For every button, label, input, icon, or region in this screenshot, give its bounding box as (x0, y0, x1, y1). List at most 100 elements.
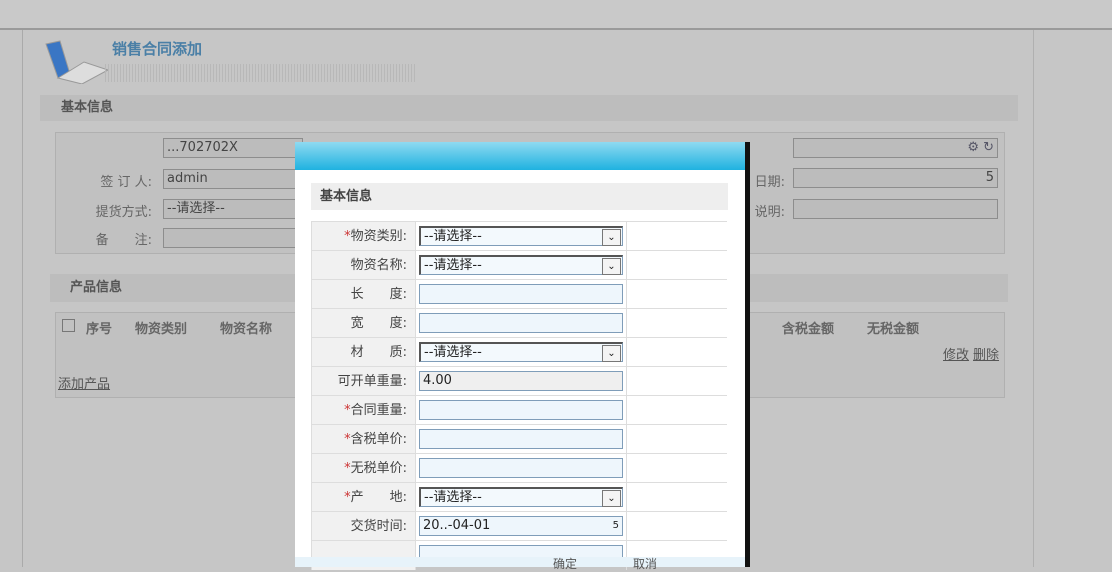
desc-label: 说明: (754, 205, 785, 220)
customer-field[interactable]: ⚙ ↻ (793, 138, 998, 158)
dialog-footer: 确定 取消 (295, 557, 745, 571)
field-cell: 20..-04-01 5 (415, 512, 627, 541)
text-field[interactable] (419, 400, 623, 420)
field-label: *物资类别: (311, 222, 415, 251)
delivery-method-select[interactable]: --请选择-- (163, 199, 303, 219)
label-text: 可开单重量: (337, 374, 407, 389)
remark-label: 备 注: (95, 233, 152, 248)
col-header: 物资类别 (135, 322, 188, 337)
dialog-row: *产 地: --请选择-- ⌄ (311, 482, 727, 512)
cancel-button[interactable]: 取消 (633, 555, 657, 572)
field-value: --请选择-- (424, 490, 482, 505)
select-field[interactable]: --请选择-- ⌄ (419, 255, 623, 275)
field-label: *产 地: (311, 483, 415, 512)
field-cell: --请选择-- ⌄ (415, 483, 627, 512)
calendar-icon[interactable]: 5 (613, 517, 619, 535)
label-text: 产 地: (350, 490, 407, 505)
field-cell (415, 396, 627, 425)
chevron-down-icon[interactable]: ⌄ (602, 345, 621, 362)
contract-no-field[interactable]: ...702702X (163, 138, 303, 158)
add-product-link[interactable]: 添加产品 (58, 373, 110, 392)
field-cell (415, 425, 627, 454)
delete-link[interactable]: 删除 (973, 344, 999, 363)
col-header: 序号 (86, 322, 113, 337)
signer-label: 签 订 人: (100, 175, 152, 190)
field-label: 可开单重量: (311, 367, 415, 396)
label-text: 交货时间: (350, 519, 407, 534)
chevron-down-icon[interactable]: ⌄ (602, 490, 621, 507)
basic-info-header: 基本信息 (40, 95, 1018, 121)
field-value: --请选择-- (424, 258, 482, 273)
dialog-row: 交货时间: 20..-04-01 5 (311, 511, 727, 541)
dialog-row: *合同重量: (311, 395, 727, 425)
divider (1033, 30, 1034, 567)
date-label: 日期: (754, 175, 785, 190)
field-cell: 4.00 (415, 367, 627, 396)
field-cell (415, 454, 627, 483)
select-field[interactable]: --请选择-- ⌄ (419, 226, 623, 246)
field-value: --请选择-- (424, 229, 482, 244)
text-field[interactable] (419, 429, 623, 449)
text-field[interactable]: 4.00 (419, 371, 623, 391)
title-decoration (105, 64, 415, 82)
field-value: 20..-04-01 (423, 518, 491, 533)
col-header: 含税金额 (782, 322, 835, 337)
dialog-row: 长 度: (311, 279, 727, 309)
select-all-checkbox[interactable] (62, 319, 75, 332)
chevron-down-icon[interactable]: ⌄ (602, 258, 621, 275)
dialog-row: *物资类别: --请选择-- ⌄ (311, 221, 727, 251)
calendar-icon[interactable]: 5 (986, 170, 994, 185)
top-bar (0, 0, 1112, 30)
date-field[interactable]: 5 (793, 168, 998, 188)
field-label: *含税单价: (311, 425, 415, 454)
signer-field[interactable]: admin (163, 169, 303, 189)
field-label: 材 质: (311, 338, 415, 367)
field-cell (415, 309, 627, 338)
dialog-section-title: 基本信息 (311, 183, 728, 210)
label-text: 物资名称: (350, 258, 407, 273)
field-cell (415, 280, 627, 309)
field-label: 物资名称: (311, 251, 415, 280)
chevron-down-icon[interactable]: ⌄ (602, 229, 621, 246)
field-cell: --请选择-- ⌄ (415, 338, 627, 367)
dialog-row: 材 质: --请选择-- ⌄ (311, 337, 727, 367)
label-text: 含税单价: (350, 432, 407, 447)
field-label: 长 度: (311, 280, 415, 309)
label-text: 材 质: (350, 345, 407, 360)
dialog-row: 宽 度: (311, 308, 727, 338)
edit-link[interactable]: 修改 (943, 344, 969, 363)
field-label: *合同重量: (311, 396, 415, 425)
dialog-titlebar[interactable] (295, 142, 745, 170)
field-label: 交货时间: (311, 512, 415, 541)
text-field[interactable] (419, 458, 623, 478)
dialog-row: 可开单重量: 4.00 (311, 366, 727, 396)
date-field[interactable]: 20..-04-01 5 (419, 516, 623, 536)
col-header: 无税金额 (867, 322, 920, 337)
label-text: 物资类别: (350, 229, 407, 244)
select-field[interactable]: --请选择-- ⌄ (419, 342, 623, 362)
field-cell: --请选择-- ⌄ (415, 222, 627, 251)
confirm-button[interactable]: 确定 (553, 555, 577, 572)
text-field[interactable] (419, 313, 623, 333)
field-label: *无税单价: (311, 454, 415, 483)
add-product-dialog: 基本信息 *物资类别: --请选择-- ⌄ 物资名称: --请选择-- ⌄ 长 度: 宽 度:… (295, 142, 750, 571)
page-title: 销售合同添加 (112, 40, 203, 58)
label-text: 合同重量: (350, 403, 407, 418)
col-header: 物资名称 (220, 322, 273, 337)
label-text: 长 度: (350, 287, 407, 302)
gear-icon[interactable]: ⚙ ↻ (967, 139, 994, 157)
select-field[interactable]: --请选择-- ⌄ (419, 487, 623, 507)
dialog-row: *含税单价: (311, 424, 727, 454)
divider (22, 30, 23, 567)
text-field[interactable] (419, 284, 623, 304)
label-text: 宽 度: (350, 316, 407, 331)
field-label: 宽 度: (311, 309, 415, 338)
desc-field[interactable] (793, 199, 998, 219)
laptop-icon (45, 40, 110, 84)
label-text: 无税单价: (350, 461, 407, 476)
remark-field[interactable] (163, 228, 303, 248)
delivery-method-label: 提货方式: (95, 205, 152, 220)
dialog-row: 物资名称: --请选择-- ⌄ (311, 250, 727, 280)
field-cell: --请选择-- ⌄ (415, 251, 627, 280)
field-value: 4.00 (423, 373, 452, 388)
